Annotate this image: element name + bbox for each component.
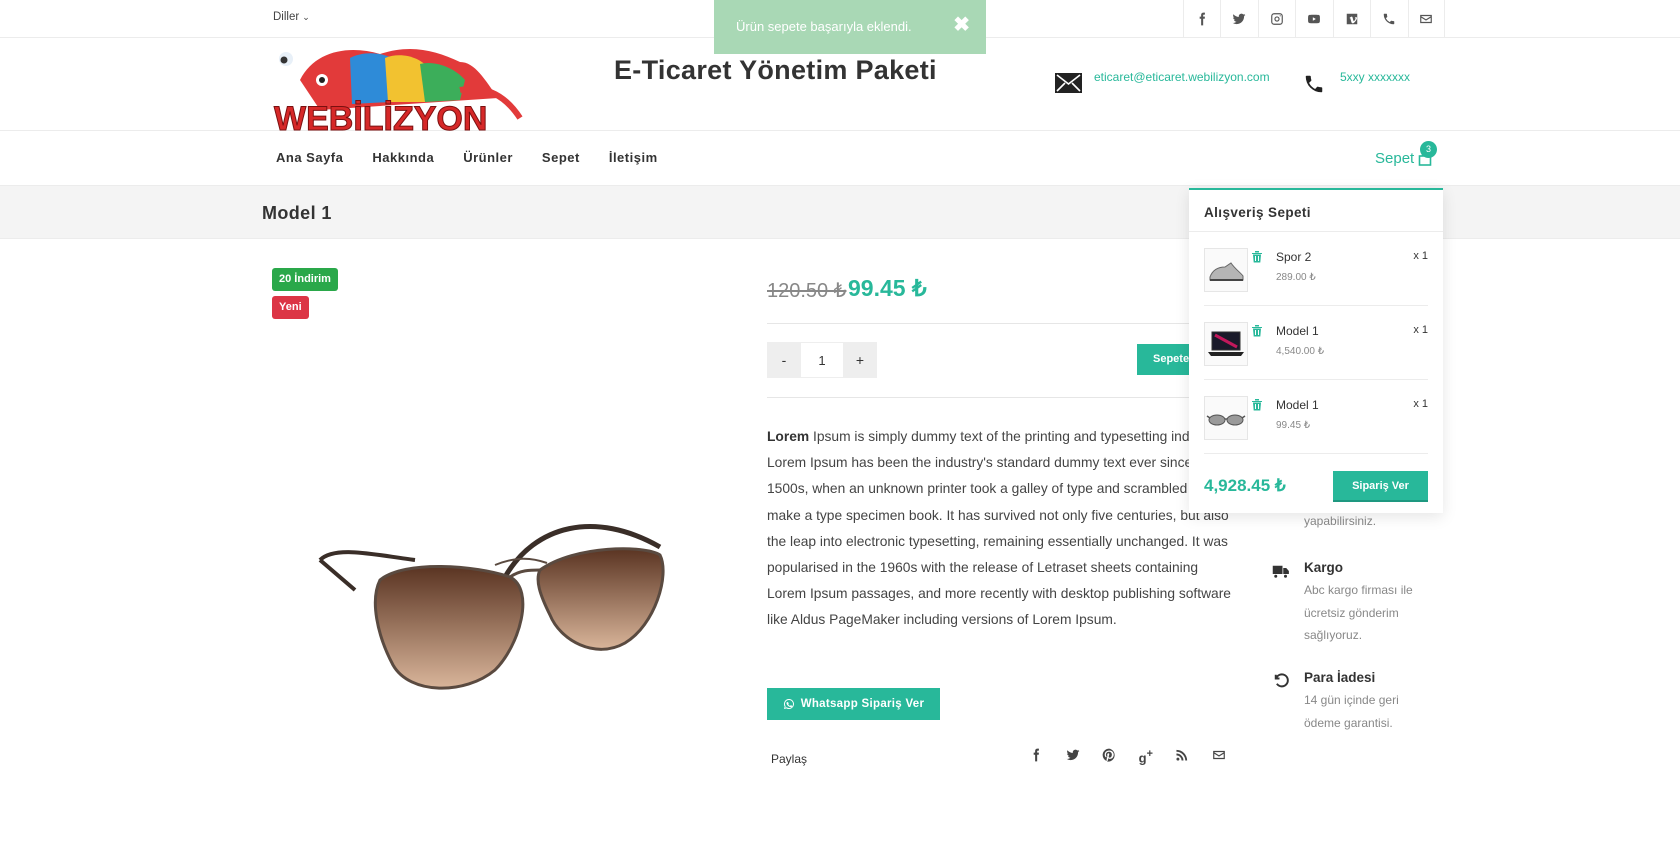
- nav-item-contact[interactable]: İletişim: [609, 150, 658, 165]
- twitter-icon[interactable]: [1055, 748, 1092, 765]
- cart-item-qty: x 1: [1413, 398, 1428, 410]
- feature-title: Kargo: [1304, 560, 1344, 575]
- qty-minus-button[interactable]: -: [767, 342, 801, 378]
- nav-item-about[interactable]: Hakkında: [372, 150, 434, 165]
- quantity-stepper: - 1 +: [767, 342, 877, 378]
- facebook-icon[interactable]: [1018, 748, 1055, 765]
- cart-label: Sepet: [1375, 150, 1415, 167]
- discount-badge: 20 İndirim: [272, 268, 338, 291]
- twitter-icon[interactable]: [1220, 0, 1258, 38]
- logo-wordmark: WEBİLİZYON: [274, 100, 487, 132]
- mail-icon[interactable]: [1201, 748, 1238, 765]
- feature-partial-text: yapabilirsiniz.: [1304, 514, 1377, 528]
- share-label: Paylaş: [771, 752, 808, 766]
- youtube-icon[interactable]: [1295, 0, 1333, 38]
- old-price: 120.50 ₺: [767, 280, 847, 302]
- qty-plus-button[interactable]: +: [843, 342, 877, 378]
- cart-item-qty: x 1: [1413, 250, 1428, 262]
- page-title: Model 1: [262, 203, 332, 223]
- google-plus-icon[interactable]: g+: [1128, 748, 1165, 765]
- feature-shipping: Kargo Abc kargo firması ile ücretsiz gön…: [1304, 560, 1424, 647]
- phone-icon: [1305, 75, 1323, 93]
- social-links: [1182, 0, 1445, 38]
- header-email[interactable]: eticaret@eticaret.webilizyon.com: [1094, 70, 1270, 84]
- main-nav: Ana Sayfa Hakkında Ürünler Sepet İletişi…: [276, 150, 687, 165]
- cart-item: Spor 2 289.00 ₺ x 1: [1204, 232, 1428, 306]
- cart-item-price: 4,540.00 ₺: [1276, 346, 1325, 357]
- site-logo[interactable]: WEBİLİZYON: [260, 40, 540, 139]
- cart-item: Model 1 99.45 ₺ x 1: [1204, 380, 1428, 454]
- whatsapp-order-button[interactable]: Whatsapp Sipariş Ver: [767, 688, 940, 720]
- site-title: E-Ticaret Yönetim Paketi: [614, 55, 937, 85]
- envelope-icon: [1055, 73, 1082, 93]
- feature-desc: Abc kargo firması ile ücretsiz gönderim …: [1304, 583, 1413, 642]
- close-icon[interactable]: ✖: [953, 12, 970, 37]
- feature-refund: Para İadesi 14 gün içinde geri ödeme gar…: [1304, 670, 1424, 734]
- vimeo-icon[interactable]: [1332, 0, 1371, 38]
- cart-item-price: 99.45 ₺: [1276, 420, 1311, 431]
- nav-item-products[interactable]: Ürünler: [463, 150, 513, 165]
- undo-icon: [1274, 673, 1289, 688]
- share-icons: g+: [1018, 748, 1237, 765]
- cart-item-qty: x 1: [1413, 324, 1428, 336]
- chevron-down-icon: ⌄: [302, 12, 310, 22]
- rss-icon[interactable]: [1164, 748, 1201, 765]
- feature-title: Para İadesi: [1304, 670, 1376, 685]
- nav-item-cart[interactable]: Sepet: [542, 150, 580, 165]
- mail-icon[interactable]: [1407, 0, 1445, 38]
- divider: [767, 323, 1237, 324]
- description-text: Ipsum is simply dummy text of the printi…: [767, 429, 1231, 628]
- product-image[interactable]: [315, 515, 680, 695]
- checkout-button[interactable]: Sipariş Ver: [1333, 471, 1428, 502]
- cart-dropdown-footer: 4,928.45 ₺ Sipariş Ver: [1189, 460, 1443, 515]
- truck-icon: [1272, 565, 1289, 578]
- facebook-icon[interactable]: [1182, 0, 1221, 38]
- trash-icon[interactable]: [1251, 250, 1263, 263]
- trash-icon[interactable]: [1251, 324, 1263, 337]
- cart-item-thumbnail[interactable]: [1204, 248, 1248, 292]
- qty-input[interactable]: 1: [801, 342, 843, 378]
- cart-item-name[interactable]: Spor 2: [1276, 250, 1311, 264]
- cart-item-thumbnail[interactable]: [1204, 322, 1248, 366]
- description-bold: Lorem: [767, 429, 810, 444]
- cart-item-name[interactable]: Model 1: [1276, 398, 1319, 412]
- toast-message: Ürün sepete başarıyla eklendi.: [736, 19, 912, 34]
- new-price: 99.45 ₺: [848, 275, 927, 301]
- language-dropdown[interactable]: Diller ⌄: [273, 11, 310, 23]
- language-label: Diller: [273, 11, 300, 23]
- whatsapp-button-label: Whatsapp Sipariş Ver: [800, 698, 925, 710]
- feature-desc: 14 gün içinde geri ödeme garantisi.: [1304, 693, 1399, 730]
- cart-item-price: 289.00 ₺: [1276, 272, 1316, 283]
- header-phone[interactable]: 5xxy xxxxxxx: [1340, 70, 1410, 84]
- cart-item-name[interactable]: Model 1: [1276, 324, 1319, 338]
- new-badge: Yeni: [272, 296, 309, 319]
- cart-item: Model 1 4,540.00 ₺ x 1: [1204, 306, 1428, 380]
- divider: [767, 397, 1237, 398]
- whatsapp-icon: [783, 699, 794, 709]
- nav-item-home[interactable]: Ana Sayfa: [276, 150, 343, 165]
- cart-item-thumbnail[interactable]: [1204, 396, 1248, 440]
- cart-dropdown-title: Alışveriş Sepeti: [1189, 190, 1443, 232]
- pinterest-icon[interactable]: [1091, 748, 1128, 765]
- trash-icon[interactable]: [1251, 398, 1263, 411]
- cart-total: 4,928.45 ₺: [1204, 476, 1286, 495]
- instagram-icon[interactable]: [1257, 0, 1296, 38]
- product-description: Lorem Ipsum is simply dummy text of the …: [767, 424, 1237, 634]
- cart-dropdown: Alışveriş Sepeti Spor 2 289.00 ₺ x 1 Mod…: [1189, 188, 1443, 513]
- phone-icon[interactable]: [1370, 0, 1408, 38]
- cart-count-badge: 3: [1420, 141, 1437, 158]
